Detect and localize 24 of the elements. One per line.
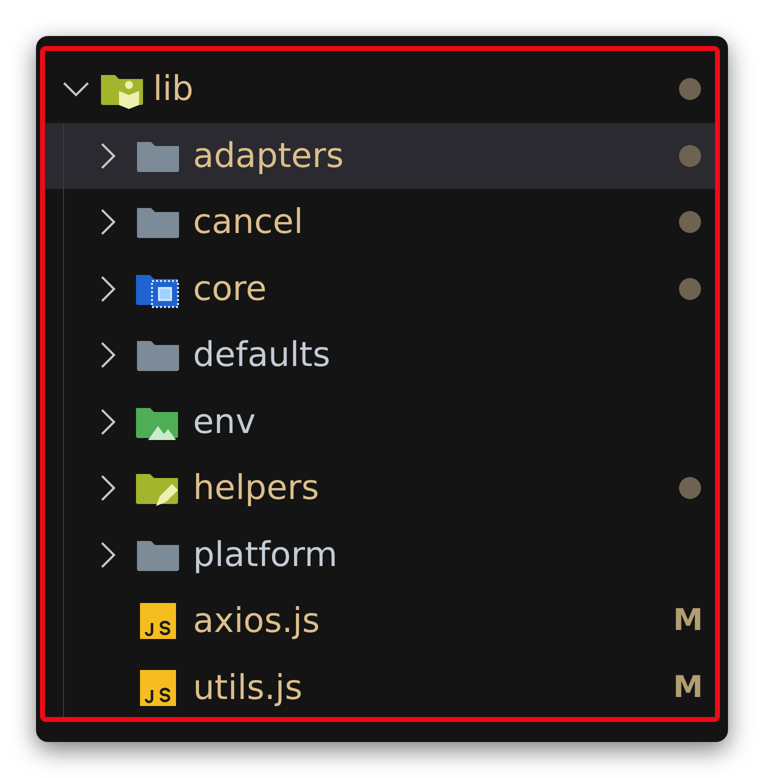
tree-row[interactable]: cancel	[45, 189, 715, 256]
tree-row[interactable]: lib	[45, 56, 715, 122]
item-name: core	[193, 272, 267, 306]
tree-row[interactable]: helpers	[45, 455, 715, 522]
item-name: platform	[193, 538, 338, 572]
modified-status-label: M	[673, 672, 703, 703]
item-name: adapters	[193, 138, 344, 173]
modified-status-label: M	[673, 606, 703, 636]
item-name: utils.js	[193, 670, 302, 705]
item-name: env	[193, 404, 256, 439]
tree-row[interactable]: adapters	[45, 122, 715, 189]
item-name: cancel	[193, 205, 304, 240]
tree-row[interactable]: axios.js M	[45, 588, 715, 654]
tree-row[interactable]: utils.js M	[45, 654, 715, 717]
item-name: lib	[153, 72, 194, 106]
js-file-icon	[140, 603, 176, 640]
tree-row[interactable]: core	[45, 256, 715, 322]
item-name: axios.js	[193, 604, 320, 638]
tree-row[interactable]: defaults	[45, 322, 715, 388]
item-name: defaults	[193, 338, 330, 372]
tree-row[interactable]: platform	[45, 522, 715, 588]
tree-row[interactable]: env	[45, 388, 715, 455]
js-file-icon	[140, 670, 176, 706]
item-name: helpers	[193, 471, 320, 506]
